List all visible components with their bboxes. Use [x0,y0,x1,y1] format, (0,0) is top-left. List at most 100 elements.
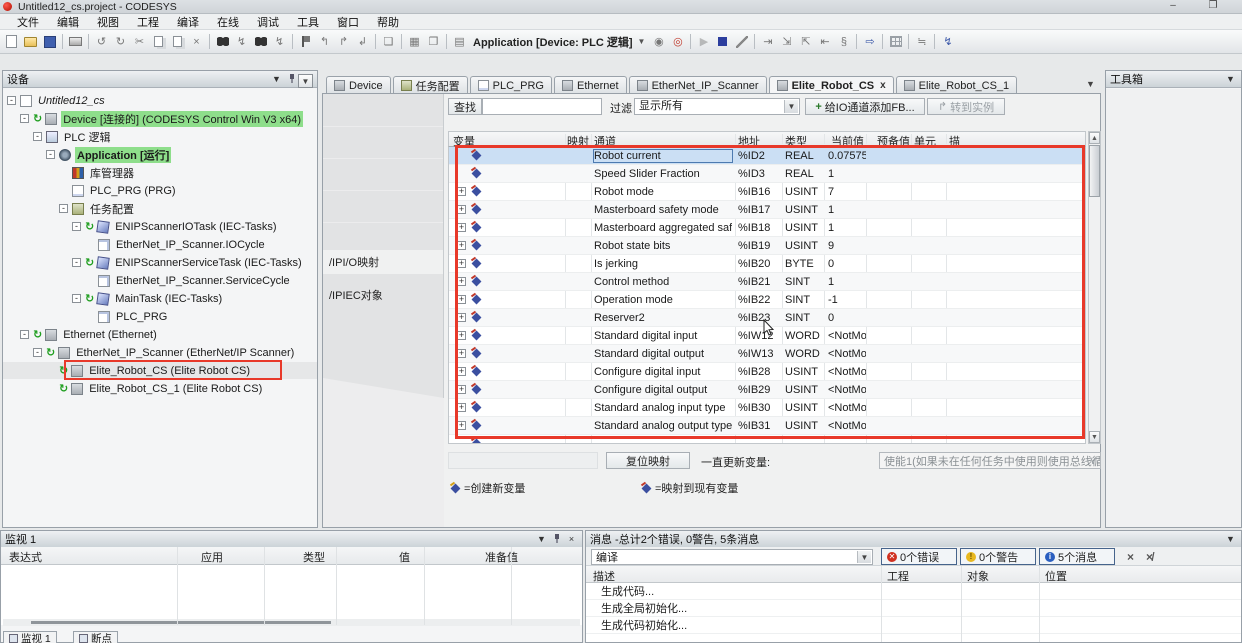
expand-toggle-icon[interactable]: - [33,132,42,141]
watch-column-准备值[interactable]: 准备值 [485,549,518,565]
start-icon[interactable]: ▶ [695,33,712,50]
expand-toggle-icon[interactable]: - [72,222,81,231]
online-config-icon[interactable] [733,33,750,50]
mapping-row[interactable]: Speed Slider Fraction%ID3REAL1 [449,165,1085,183]
tree-item-untitled12-cs[interactable]: -Untitled12_cs [3,92,317,109]
mapping-row[interactable]: +Robot mode%IB16USINT7 [449,183,1085,201]
message-row[interactable]: 生成代码初始化... [586,617,1241,634]
tab-device[interactable]: Device [326,76,391,94]
tree-item-elite-robot-cs-1-elite-robot-cs[interactable]: ↻Elite_Robot_CS_1 (Elite Robot CS) [3,380,317,397]
mapping-row[interactable]: +Control method%IB21SINT1 [449,273,1085,291]
expand-toggle-icon[interactable]: + [457,349,466,358]
write-values-icon[interactable]: ≒ [913,33,930,50]
pin-icon[interactable] [285,74,298,85]
close-icon[interactable]: × [565,534,578,544]
copy-icon[interactable] [150,33,167,50]
mapping-row[interactable]: +Configure digital output%IB29USINT<NotM… [449,381,1085,399]
export-icon[interactable]: ▤ [451,33,468,50]
messages-filter-button[interactable]: i 5个消息 [1039,548,1115,565]
find-icon[interactable] [214,33,231,50]
menu-视图[interactable]: 视图 [88,14,128,30]
copy-window-icon[interactable]: ❏ [380,33,397,50]
single-cycle-icon[interactable]: ⇨ [861,33,878,50]
side-tab-ipi-o映射[interactable]: /IPI/O映射 [323,250,443,274]
mapping-row[interactable]: Robot current%ID2REAL0.075757... [449,147,1085,165]
open-icon[interactable] [22,33,39,50]
login-icon[interactable]: ◉ [650,33,667,50]
flow-control-icon[interactable]: § [835,33,852,50]
chevron-down-icon[interactable]: ▼ [784,100,798,113]
expand-toggle-icon[interactable]: - [72,294,81,303]
watch-column-类型[interactable]: 类型 [303,549,325,565]
mapping-vertical-scrollbar[interactable]: ▲ ▼ [1088,131,1101,444]
always-update-dropdown[interactable]: 使能1(如果未在任何任务中使用则使用总线循环任 ∨ [879,452,1101,469]
tab-ethernet[interactable]: Ethernet [554,76,627,94]
tree-item-elite-robot-cs-elite-robot-cs[interactable]: ↻Elite_Robot_CS (Elite Robot CS) [3,362,317,379]
redo-icon[interactable]: ↻ [112,33,129,50]
expand-toggle-icon[interactable]: + [457,205,466,214]
tab-任务配置[interactable]: 任务配置 [393,76,468,94]
menu-编辑[interactable]: 编辑 [48,14,88,30]
menu-编译[interactable]: 编译 [168,14,208,30]
maximize-button[interactable]: ❐ [1198,0,1228,12]
delete-icon[interactable]: × [188,33,205,50]
add-fb-button[interactable]: + 给IO通道添加FB... [805,98,925,115]
chevron-down-icon[interactable]: ▼ [857,551,871,563]
mapping-row[interactable]: +Masterboard aggregated safety mode%IB18… [449,219,1085,237]
messages-column-描述[interactable]: 描述 [593,568,615,584]
menu-工具[interactable]: 工具 [288,14,328,30]
expand-toggle-icon[interactable]: + [457,385,466,394]
panel-menu-icon[interactable]: ▼ [535,534,548,544]
watch-column-值[interactable]: 值 [399,549,410,565]
scroll-down-icon[interactable]: ▼ [1089,431,1100,443]
cut-icon[interactable]: ✂ [131,33,148,50]
tree-item-plc-逻辑[interactable]: -PLC 逻辑 [3,128,317,145]
minimize-button[interactable]: – [1158,0,1188,12]
tab-overflow-dropdown[interactable]: ▼ [1086,79,1095,89]
expand-toggle-icon[interactable]: + [457,367,466,376]
expand-toggle-icon[interactable]: + [457,259,466,268]
panel-menu-icon[interactable]: ▼ [1224,74,1237,84]
message-row[interactable]: 生成代码... [586,583,1241,600]
side-tab-ipiec对象[interactable]: /IPIEC对象 [323,283,443,307]
expand-toggle-icon[interactable]: + [457,277,466,286]
watch-column-应用[interactable]: 应用 [201,549,223,565]
tree-item-application-运行[interactable]: -Application [运行] [3,146,317,163]
expand-toggle-icon[interactable]: - [20,114,29,123]
tree-item-plc-prg-prg[interactable]: PLC_PRG (PRG) [3,182,317,199]
tree-item-device-连接的-codesys-control-win-v3-x64[interactable]: -↻Device [连接的] (CODESYS Control Win V3 x… [3,110,317,127]
goto-instance-button[interactable]: ↱ 转到实例 [927,98,1005,115]
mapping-row[interactable] [449,435,1085,444]
expand-toggle-icon[interactable]: + [457,421,466,430]
mapping-row[interactable]: +Is jerking%IB20BYTE0 [449,255,1085,273]
panel-menu-icon[interactable]: ▼ [1224,534,1237,544]
menu-帮助[interactable]: 帮助 [368,14,408,30]
tree-item-库管理器[interactable]: 库管理器 [3,164,317,181]
expand-toggle-icon[interactable]: + [457,313,466,322]
reset-icon[interactable]: ↯ [939,33,956,50]
expand-toggle-icon[interactable]: - [72,258,81,267]
pin-icon[interactable] [550,534,563,545]
menu-在线[interactable]: 在线 [208,14,248,30]
save-icon[interactable] [41,33,58,50]
tree-item-maintask-iec-tasks[interactable]: -↻MainTask (IEC-Tasks) [3,290,317,307]
watch-column-表达式[interactable]: 表达式 [9,549,42,565]
bookmark-clear-icon[interactable]: ↲ [354,33,371,50]
find-next-icon[interactable] [252,33,269,50]
step-out-icon[interactable]: ⇱ [797,33,814,50]
replace-icon[interactable]: ↯ [271,33,288,50]
messages-column-对象[interactable]: 对象 [967,568,989,584]
step-over-icon[interactable]: ⇥ [759,33,776,50]
tab-ethernet-ip-scanner[interactable]: EtherNet_IP_Scanner [629,76,767,94]
tree-root-dropdown[interactable]: ▼ [298,74,313,88]
message-category-dropdown[interactable]: 编译 ▼ [591,549,873,565]
panel-menu-icon[interactable]: ▼ [270,74,283,84]
tree-item-任务配置[interactable]: -任务配置 [3,200,317,217]
mapping-row[interactable]: +Configure digital input%IB28USINT<NotMo… [449,363,1085,381]
force-values-icon[interactable] [887,33,904,50]
menu-窗口[interactable]: 窗口 [328,14,368,30]
menu-文件[interactable]: 文件 [8,14,48,30]
active-application-selector[interactable]: Application [Device: PLC 逻辑]▼ [473,34,645,50]
bookmark-prev-icon[interactable]: ↰ [316,33,333,50]
expand-toggle-icon[interactable]: - [7,96,16,105]
